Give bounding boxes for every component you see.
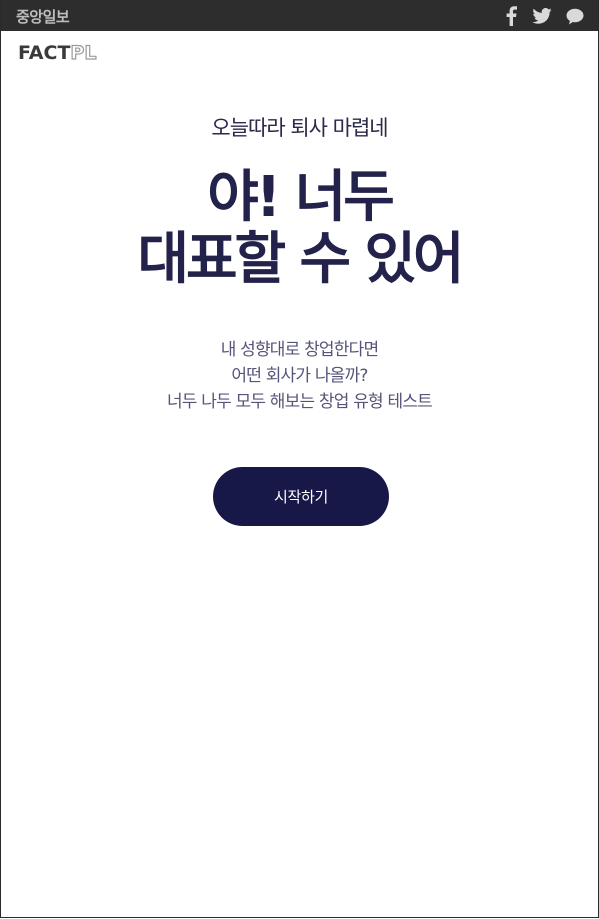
hero-headline-line1: 야! 너두 (207, 165, 395, 230)
hero-headline-line2: 대표할 수 있어 (137, 227, 464, 292)
hero-description-line3: 너두 나두 모두 해보는 창업 유형 테스트 (166, 392, 433, 412)
top-bar: 중앙일보 (0, 0, 599, 31)
logo-pl-text: PL (70, 41, 97, 64)
twitter-icon[interactable] (530, 4, 554, 28)
logo-fact-text: FACT (18, 42, 71, 64)
joongang-brand-link[interactable]: 중앙일보 (16, 6, 70, 27)
hero-description-line2: 어떤 회사가 나올까? (231, 366, 368, 386)
start-button[interactable]: 시작하기 (213, 467, 389, 526)
hero-kicker: 오늘따라 퇴사 마렵네 (211, 116, 388, 140)
factpl-logo[interactable]: FACTPL (18, 41, 97, 64)
hero-description-line1: 내 성향대로 창업한다면 (220, 340, 379, 360)
kakaotalk-icon[interactable] (563, 4, 587, 28)
facebook-icon[interactable] (499, 4, 523, 28)
